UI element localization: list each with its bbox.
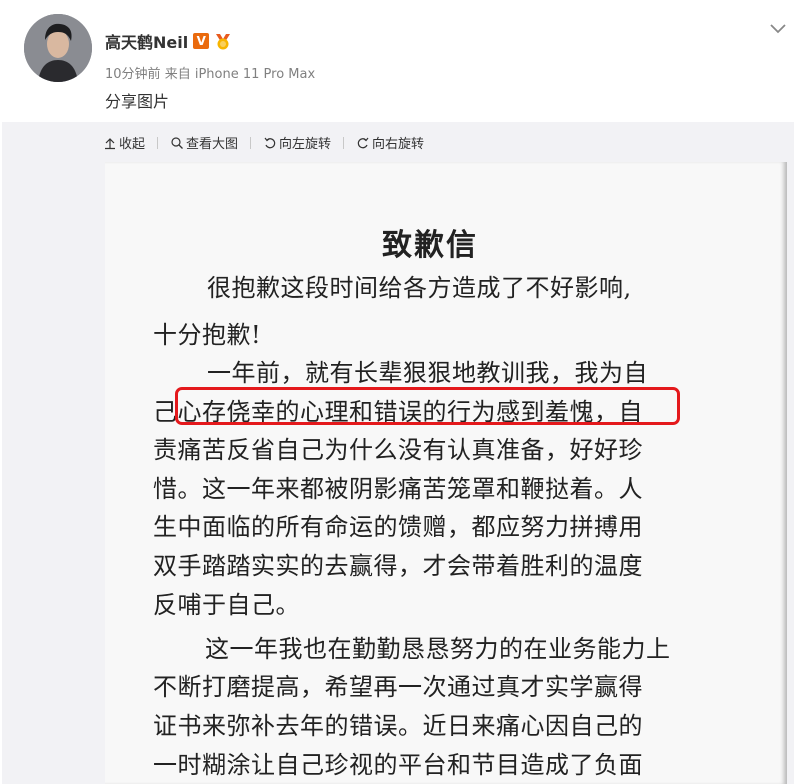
view-large-label: 查看大图 (186, 137, 239, 152)
highlight-box (175, 387, 680, 425)
post-meta: 10分钟前 来自 iPhone 11 Pro Max (105, 63, 315, 82)
view-large-button[interactable]: 查看大图 (170, 133, 238, 152)
letter-line: 这一年我也在勤勤恳恳努力的在业务能力上 (205, 635, 671, 663)
rotate-left-button[interactable]: 向左旋转 (263, 133, 331, 152)
image-toolbar: 收起 查看大图 向左旋转 向右旋转 (103, 133, 424, 152)
letter-line: 一年前，就有长辈狠狠地教训我，我为自 (207, 359, 648, 387)
rotate-left-label: 向左旋转 (279, 137, 332, 152)
verified-badge-icon: V (193, 33, 210, 49)
collapse-icon (105, 137, 115, 149)
letter-line: 生中面临的所有命运的馈赠，都应努力拼搏用 (153, 513, 643, 541)
letter-line: 一时糊涂让自己珍视的平台和节目造成了负面 (153, 751, 643, 779)
post-text: 分享图片 (105, 92, 170, 111)
letter-line: 十分抱歉! (153, 321, 262, 349)
letter-line: 很抱歉这段时间给各方造成了不好影响, (207, 274, 632, 302)
avatar-image (24, 14, 92, 82)
source-device: iPhone 11 Pro Max (194, 67, 316, 82)
chevron-down-icon[interactable] (768, 20, 788, 36)
collapse-label: 收起 (119, 137, 146, 152)
toolbar-divider (343, 136, 345, 149)
username-text[interactable]: 高天鹤Neil (105, 29, 188, 53)
rotate-right-button[interactable]: 向右旋转 (356, 133, 424, 152)
avatar[interactable] (24, 14, 92, 82)
letter-line: 反哺于自己。 (153, 591, 300, 619)
toolbar-divider (250, 136, 252, 149)
letter-image[interactable]: 致歉信 很抱歉这段时间给各方造成了不好影响, 十分抱歉! 一年前，就有长辈狠狠地… (105, 162, 787, 784)
letter-line: 惜。这一年来都被阴影痛苦笼罩和鞭挞着。人 (153, 475, 643, 503)
collapse-button[interactable]: 收起 (103, 133, 145, 152)
rotate-right-icon (357, 137, 369, 148)
letter-line: 责痛苦反省自己为什么没有认真准备，好好珍 (153, 436, 643, 464)
rotate-left-icon (264, 137, 276, 148)
letter-line: 不断打磨提高，希望再一次通过真才实学赢得 (153, 673, 643, 701)
medal-icon (216, 34, 231, 50)
letter-line: 双手踏踏实实的去赢得，才会带着胜利的温度 (153, 552, 643, 580)
letter-title: 致歉信 (382, 228, 478, 263)
rotate-right-label: 向右旋转 (372, 137, 425, 152)
letter-line: 证书来弥补去年的错误。近日来痛心因自己的 (153, 712, 643, 740)
search-icon (171, 136, 183, 149)
post-time[interactable]: 10分钟前 (105, 67, 161, 82)
username[interactable]: 高天鹤Neil V (105, 29, 234, 53)
toolbar-divider (157, 136, 159, 149)
source-prefix: 来自 (164, 67, 191, 82)
